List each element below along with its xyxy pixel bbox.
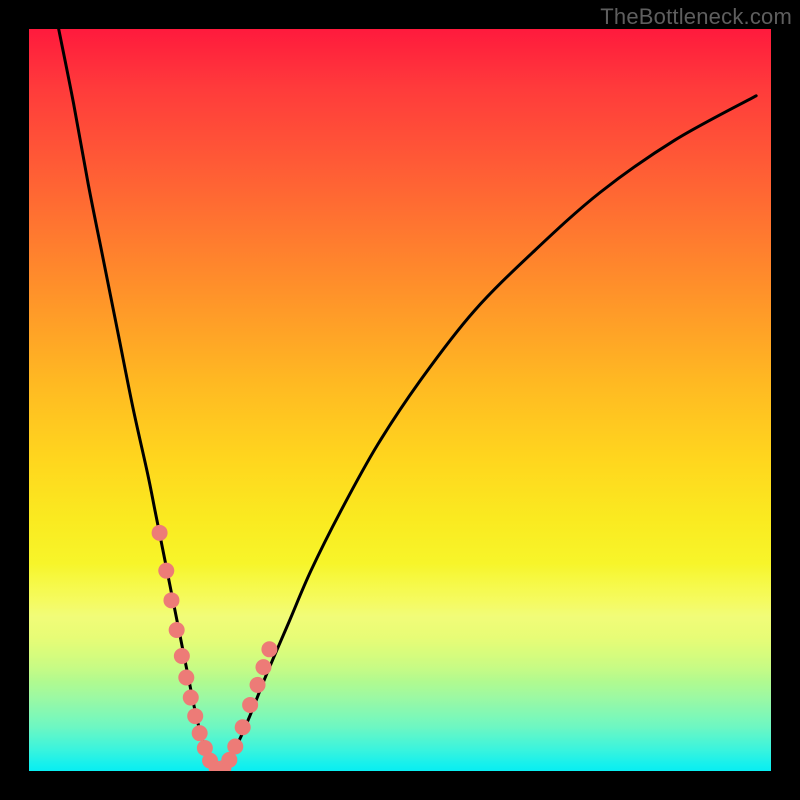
watermark-text: TheBottleneck.com: [600, 4, 792, 30]
marker-dot: [187, 708, 203, 724]
marker-dot: [242, 697, 258, 713]
marker-dot: [250, 677, 266, 693]
marker-dot: [163, 592, 179, 608]
marker-dot: [255, 659, 271, 675]
marker-dot: [152, 525, 168, 541]
marker-dot: [227, 739, 243, 755]
bottleneck-curve: [59, 29, 756, 771]
marker-dot: [235, 719, 251, 735]
marker-dot: [158, 563, 174, 579]
marker-dot: [261, 641, 277, 657]
marker-dot: [174, 648, 190, 664]
highlighted-points: [152, 525, 278, 771]
marker-dot: [192, 725, 208, 741]
plot-area: [29, 29, 771, 771]
marker-dot: [178, 670, 194, 686]
chart-frame: TheBottleneck.com: [0, 0, 800, 800]
marker-dot: [183, 690, 199, 706]
curve-layer: [29, 29, 771, 771]
marker-dot: [169, 622, 185, 638]
